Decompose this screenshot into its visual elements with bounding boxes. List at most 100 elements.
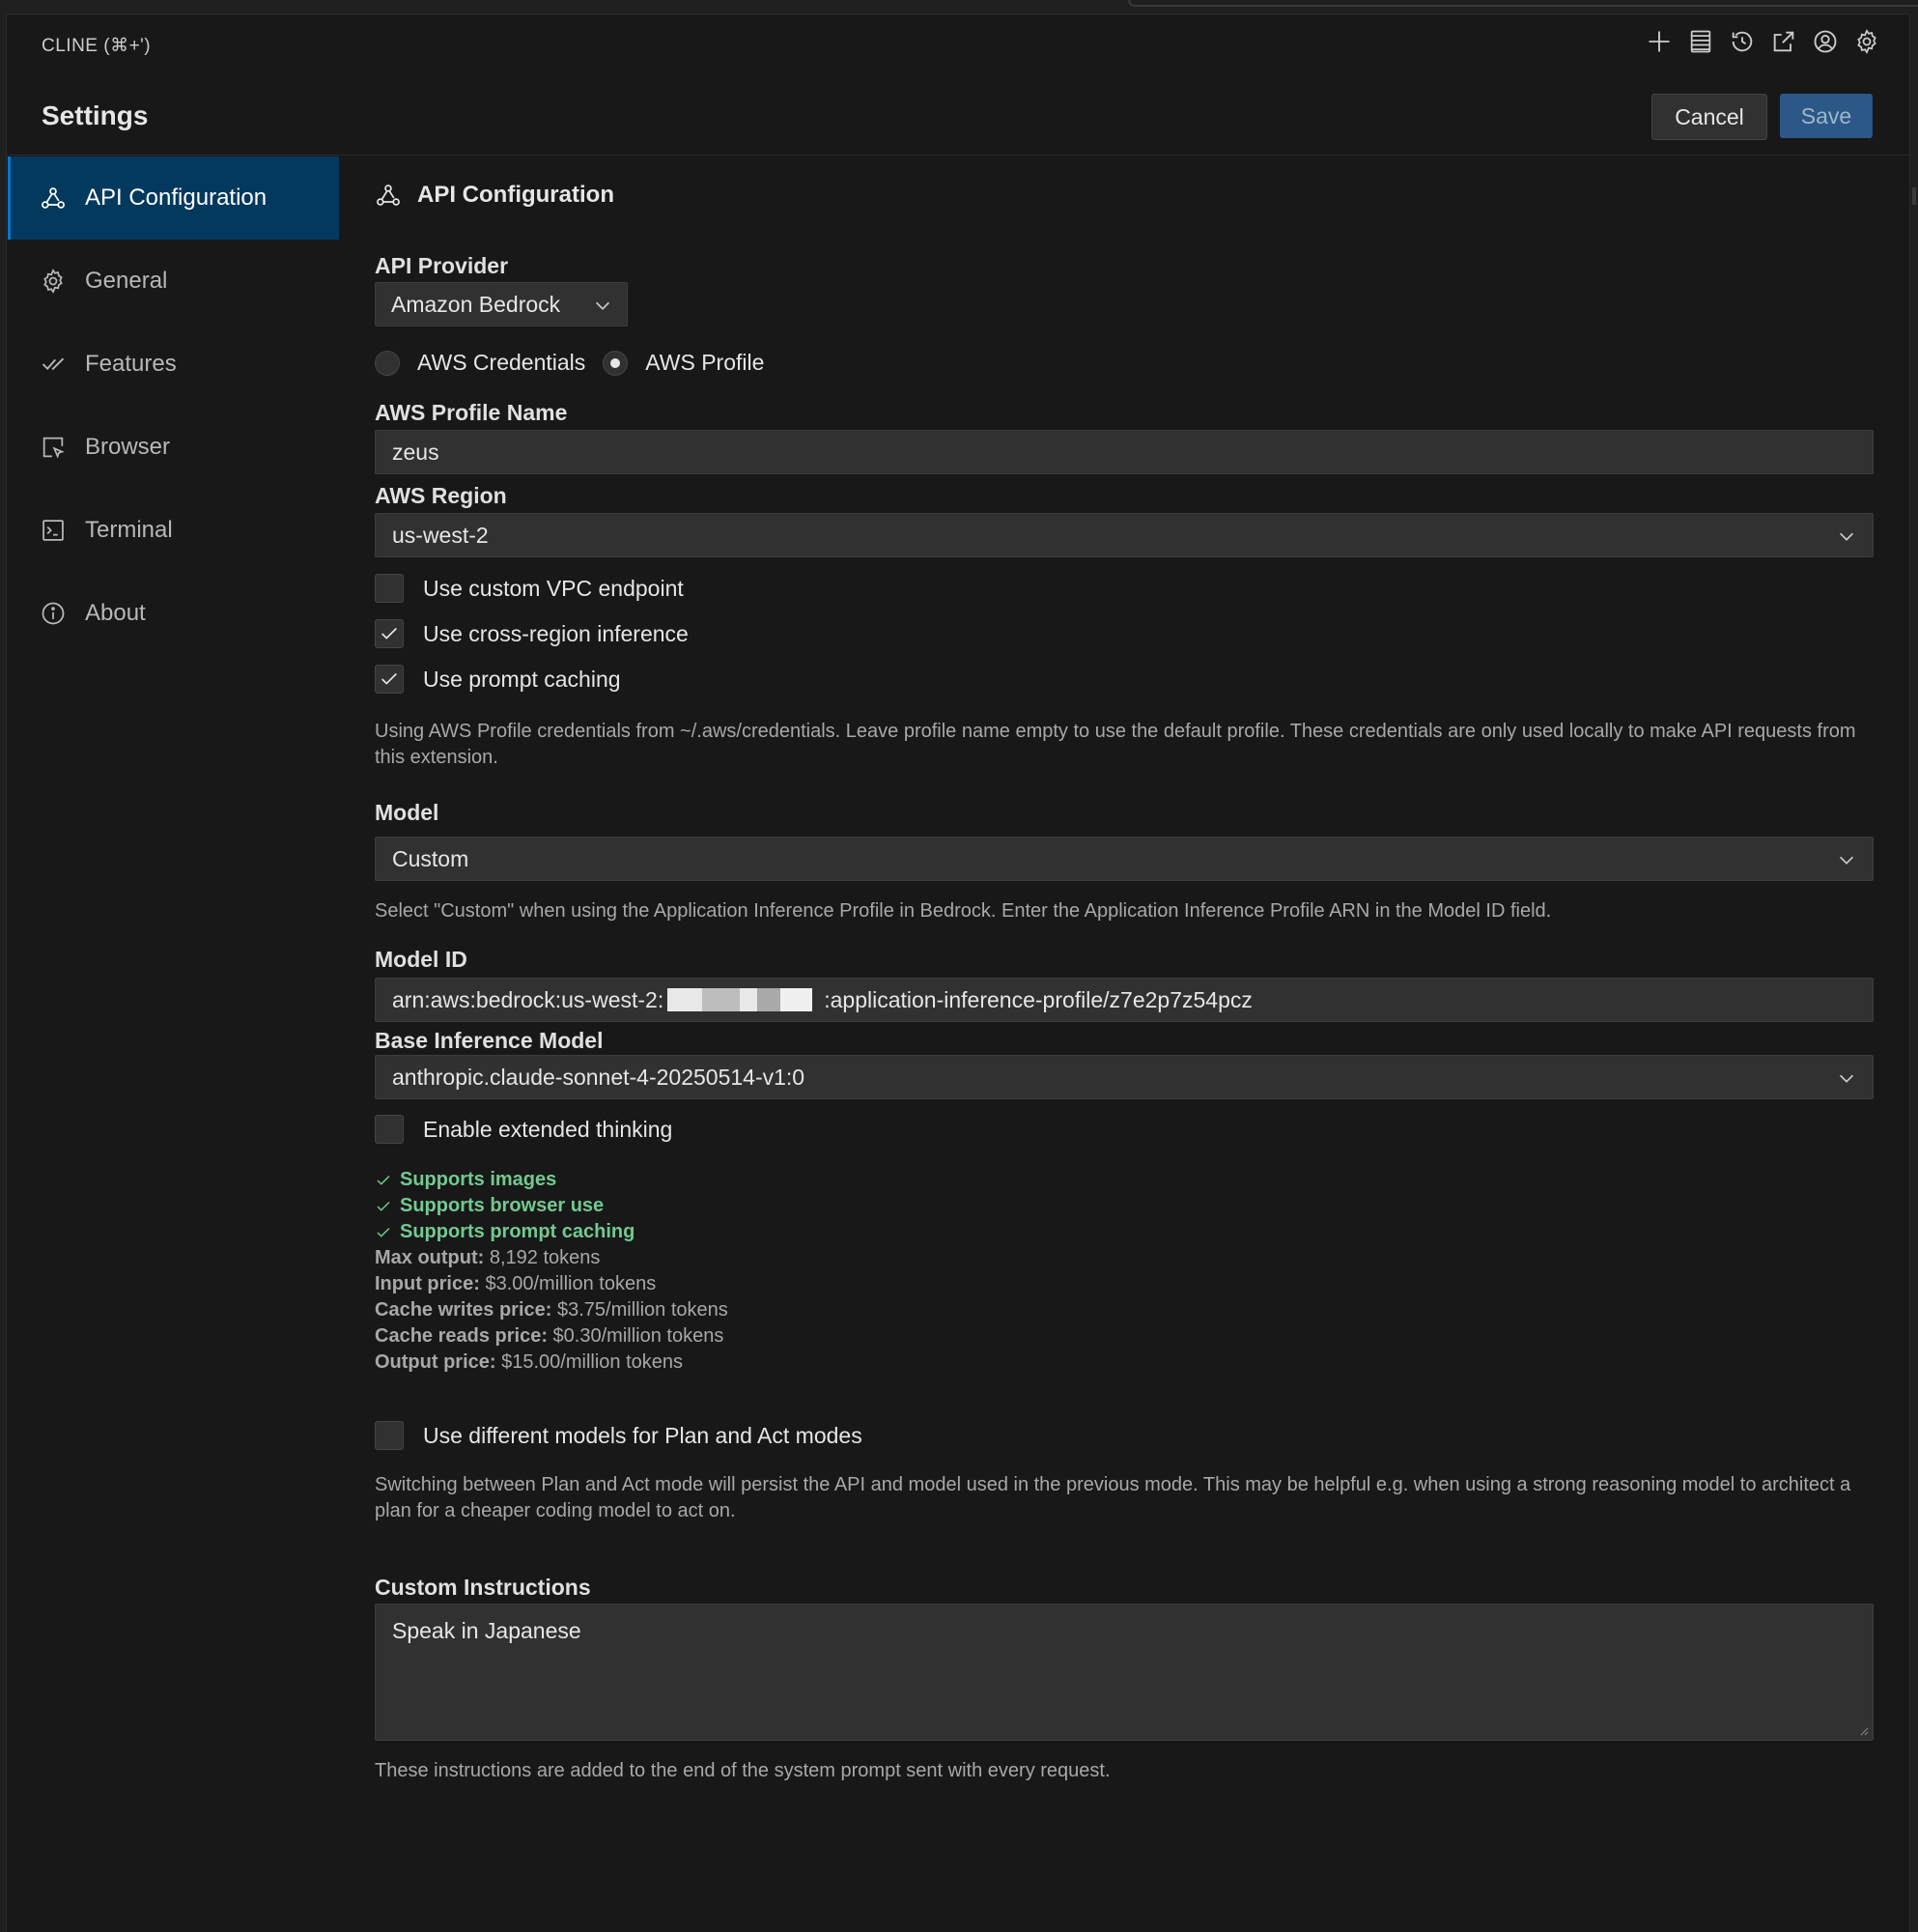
plan-act-option: Use different models for Plan and Act mo…	[375, 1421, 862, 1450]
cross-region-label: Use cross-region inference	[423, 620, 689, 646]
prompt-caching-label: Use prompt caching	[423, 666, 621, 692]
api-provider-select[interactable]: Amazon Bedrock	[375, 282, 628, 327]
model-select[interactable]: Custom	[375, 837, 1874, 881]
redacted-account-id	[667, 988, 813, 1011]
panel-title: CLINE (⌘+')	[42, 36, 152, 56]
section-title: API Configuration	[417, 182, 614, 208]
model-id-suffix: :application-inference-profile/z7e2p7z54…	[824, 986, 1253, 1012]
terminal-icon	[39, 516, 68, 545]
sidebar-item-browser[interactable]: Browser	[8, 406, 339, 489]
base-model-select[interactable]: anthropic.claude-sonnet-4-20250514-v1:0	[375, 1055, 1874, 1099]
chevron-down-icon	[1836, 1067, 1857, 1094]
sidebar-item-label: Browser	[85, 434, 171, 460]
plus-icon[interactable]	[1645, 27, 1674, 56]
checklist-icon	[39, 350, 68, 379]
aws-profile-label: AWS Profile	[645, 350, 765, 375]
model-info: Supports images Supports browser use Sup…	[375, 1167, 728, 1376]
capability-prompt-caching: Supports prompt caching	[375, 1219, 728, 1245]
sidebar-item-features[interactable]: Features	[8, 323, 339, 406]
prompt-caching-checkbox[interactable]	[375, 665, 404, 694]
resize-grip-icon[interactable]	[1859, 1726, 1869, 1736]
extended-thinking-option: Enable extended thinking	[375, 1115, 672, 1144]
model-id-input[interactable]: arn:aws:bedrock:us-west-2: :application-…	[375, 978, 1874, 1022]
webhook-icon	[377, 185, 400, 206]
capability-images: Supports images	[375, 1167, 728, 1193]
sidebar-item-label: Features	[85, 351, 177, 377]
vpc-endpoint-option: Use custom VPC endpoint	[375, 574, 684, 603]
checkmark-icon	[381, 627, 397, 639]
sidebar-item-label: API Configuration	[85, 185, 268, 211]
aws-profile-name-value: zeus	[392, 439, 439, 465]
plan-act-help-text: Switching between Plan and Act mode will…	[375, 1474, 1851, 1521]
auth-method-group: AWS Credentials AWS Profile	[375, 350, 781, 376]
header-divider	[6, 155, 1910, 156]
server-stack-icon[interactable]	[1686, 27, 1715, 56]
settings-sidebar: API Configuration General Features Brows…	[8, 156, 339, 655]
base-model-label: Base Inference Model	[375, 1028, 604, 1053]
check-icon	[377, 1175, 390, 1185]
sidebar-item-api-configuration[interactable]: API Configuration	[8, 156, 339, 240]
chevron-down-icon	[1836, 849, 1857, 876]
api-provider-label: API Provider	[375, 253, 509, 278]
aws-region-value: us-west-2	[392, 522, 489, 548]
custom-instructions-textarea[interactable]: Speak in Japanese	[375, 1604, 1874, 1741]
aws-region-select[interactable]: us-west-2	[375, 513, 1874, 557]
checkmark-icon	[381, 672, 397, 685]
check-icon	[377, 1201, 390, 1211]
chevron-down-icon	[592, 295, 613, 322]
sidebar-item-terminal[interactable]: Terminal	[8, 489, 339, 572]
history-icon[interactable]	[1728, 27, 1757, 56]
cancel-button[interactable]: Cancel	[1651, 94, 1767, 140]
base-model-value: anthropic.claude-sonnet-4-20250514-v1:0	[392, 1064, 805, 1090]
pricing-max-output: Max output: 8,192 tokens	[375, 1247, 601, 1268]
api-provider-value: Amazon Bedrock	[391, 291, 561, 317]
toolbar	[1645, 27, 1881, 56]
aws-region-label: AWS Region	[375, 483, 507, 508]
aws-profile-name-label: AWS Profile Name	[375, 400, 568, 425]
gear-icon	[39, 267, 68, 296]
vpc-endpoint-checkbox[interactable]	[375, 574, 404, 603]
sidebar-item-label: General	[85, 268, 168, 294]
aws-credentials-radio[interactable]	[375, 350, 400, 376]
extended-thinking-checkbox[interactable]	[375, 1115, 404, 1144]
scrollbar-thumb[interactable]	[1912, 187, 1916, 205]
custom-instructions-value: Speak in Japanese	[392, 1618, 581, 1643]
plan-act-checkbox[interactable]	[375, 1421, 404, 1450]
model-help-text: Select "Custom" when using the Applicati…	[375, 900, 1552, 922]
browser-cursor-icon	[39, 433, 68, 462]
scrollbar[interactable]	[1909, 14, 1918, 1932]
aws-profile-radio[interactable]	[603, 350, 629, 376]
window-top-bar	[0, 0, 1918, 14]
tab-edge	[1128, 0, 1918, 7]
model-value: Custom	[392, 845, 469, 871]
custom-instructions-label: Custom Instructions	[375, 1575, 591, 1600]
cross-region-checkbox[interactable]	[375, 619, 404, 648]
model-label: Model	[375, 800, 439, 825]
page-title: Settings	[42, 100, 149, 130]
chevron-down-icon	[1836, 526, 1857, 553]
sidebar-item-general[interactable]: General	[8, 240, 339, 323]
sidebar-item-about[interactable]: About	[8, 572, 339, 655]
prompt-caching-option: Use prompt caching	[375, 665, 621, 694]
gear-icon[interactable]	[1852, 27, 1881, 56]
save-button[interactable]: Save	[1780, 94, 1873, 138]
account-icon[interactable]	[1811, 27, 1840, 56]
sidebar-item-label: About	[85, 600, 146, 626]
info-icon	[39, 599, 68, 628]
profile-help-text: Using AWS Profile credentials from ~/.aw…	[375, 721, 1856, 768]
radio-selected-dot	[610, 357, 621, 368]
model-id-label: Model ID	[375, 947, 467, 972]
pricing-input: Input price: $3.00/million tokens	[375, 1273, 657, 1294]
popout-icon[interactable]	[1769, 27, 1798, 56]
aws-credentials-label: AWS Credentials	[417, 350, 586, 375]
section-heading: API Configuration	[375, 182, 614, 209]
capability-browser: Supports browser use	[375, 1193, 728, 1219]
model-id-prefix: arn:aws:bedrock:us-west-2:	[392, 986, 664, 1012]
plan-act-label: Use different models for Plan and Act mo…	[423, 1422, 862, 1448]
vpc-endpoint-label: Use custom VPC endpoint	[423, 575, 684, 601]
pricing-output: Output price: $15.00/million tokens	[375, 1351, 683, 1373]
aws-profile-name-input[interactable]: zeus	[375, 430, 1874, 474]
pricing-cache-writes: Cache writes price: $3.75/million tokens	[375, 1299, 728, 1321]
custom-instructions-help-text: These instructions are added to the end …	[375, 1760, 1111, 1781]
pricing-cache-reads: Cache reads price: $0.30/million tokens	[375, 1325, 724, 1347]
